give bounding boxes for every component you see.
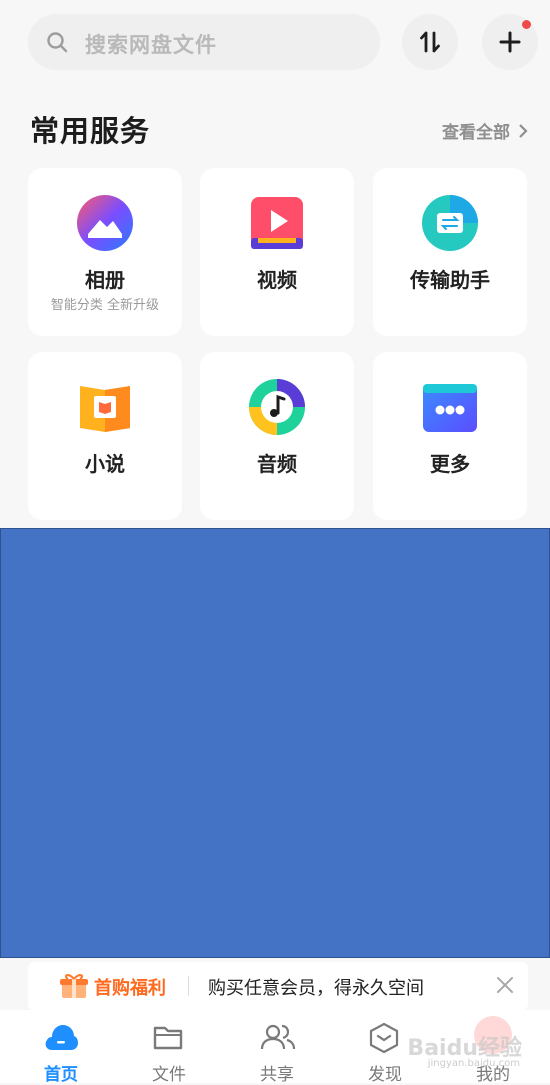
redaction-overlay: [0, 528, 550, 958]
video-icon: [248, 194, 306, 252]
divider: [188, 976, 189, 996]
service-subtitle: 智能分类 全新升级: [50, 298, 160, 313]
tab-label: 发现: [368, 1065, 402, 1085]
tab-files[interactable]: 文件: [114, 1010, 224, 1085]
tab-label: 首页: [44, 1065, 78, 1085]
audio-icon: [248, 378, 306, 436]
tab-label: 文件: [152, 1065, 186, 1085]
search-input[interactable]: 搜索网盘文件: [28, 14, 380, 70]
share-people-icon: [260, 1024, 296, 1050]
service-card-audio[interactable]: 音频: [200, 352, 354, 520]
view-all-link[interactable]: 查看全部: [442, 118, 528, 143]
service-card-video[interactable]: 视频: [200, 168, 354, 336]
top-bar: 搜索网盘文件: [0, 0, 550, 90]
watermark-url: jingyan.baidu.com: [427, 1058, 520, 1069]
service-card-more[interactable]: 更多: [373, 352, 527, 520]
tab-label: 共享: [260, 1065, 294, 1085]
discover-icon: [369, 1022, 399, 1054]
tab-share[interactable]: 共享: [222, 1010, 332, 1085]
transfer-list-button[interactable]: [402, 14, 458, 70]
transfer-assistant-icon: [421, 194, 479, 252]
service-label: 视频: [257, 268, 297, 292]
notification-dot: [522, 20, 531, 29]
cloud-home-icon: [45, 1025, 78, 1050]
promo-banner[interactable]: 首购福利 购买任意会员，得永久空间: [28, 962, 528, 1010]
section-title: 常用服务: [30, 114, 151, 148]
service-label: 传输助手: [410, 268, 490, 292]
plus-icon: [499, 31, 521, 53]
close-icon[interactable]: [496, 976, 514, 998]
service-label: 相册: [85, 268, 125, 292]
more-icon: [421, 378, 479, 436]
novel-icon: [76, 378, 134, 436]
view-all-label: 查看全部: [442, 123, 510, 143]
service-label: 音频: [257, 452, 297, 476]
promo-text: 购买任意会员，得永久空间: [208, 978, 424, 999]
service-card-transfer[interactable]: 传输助手: [373, 168, 527, 336]
search-icon: [46, 31, 68, 53]
service-card-album[interactable]: 相册 智能分类 全新升级: [28, 168, 182, 336]
service-label: 小说: [85, 452, 125, 476]
promo-tag: 首购福利: [94, 978, 166, 999]
add-button[interactable]: [482, 14, 538, 70]
search-placeholder: 搜索网盘文件: [85, 33, 217, 57]
chevron-right-icon: [518, 123, 528, 143]
folder-icon: [153, 1026, 183, 1050]
sort-arrows-icon: [420, 31, 440, 53]
service-card-novel[interactable]: 小说: [28, 352, 182, 520]
gift-icon: [58, 972, 90, 1004]
service-label: 更多: [430, 452, 470, 476]
photo-album-icon: [76, 194, 134, 252]
tab-home[interactable]: 首页: [6, 1010, 116, 1085]
